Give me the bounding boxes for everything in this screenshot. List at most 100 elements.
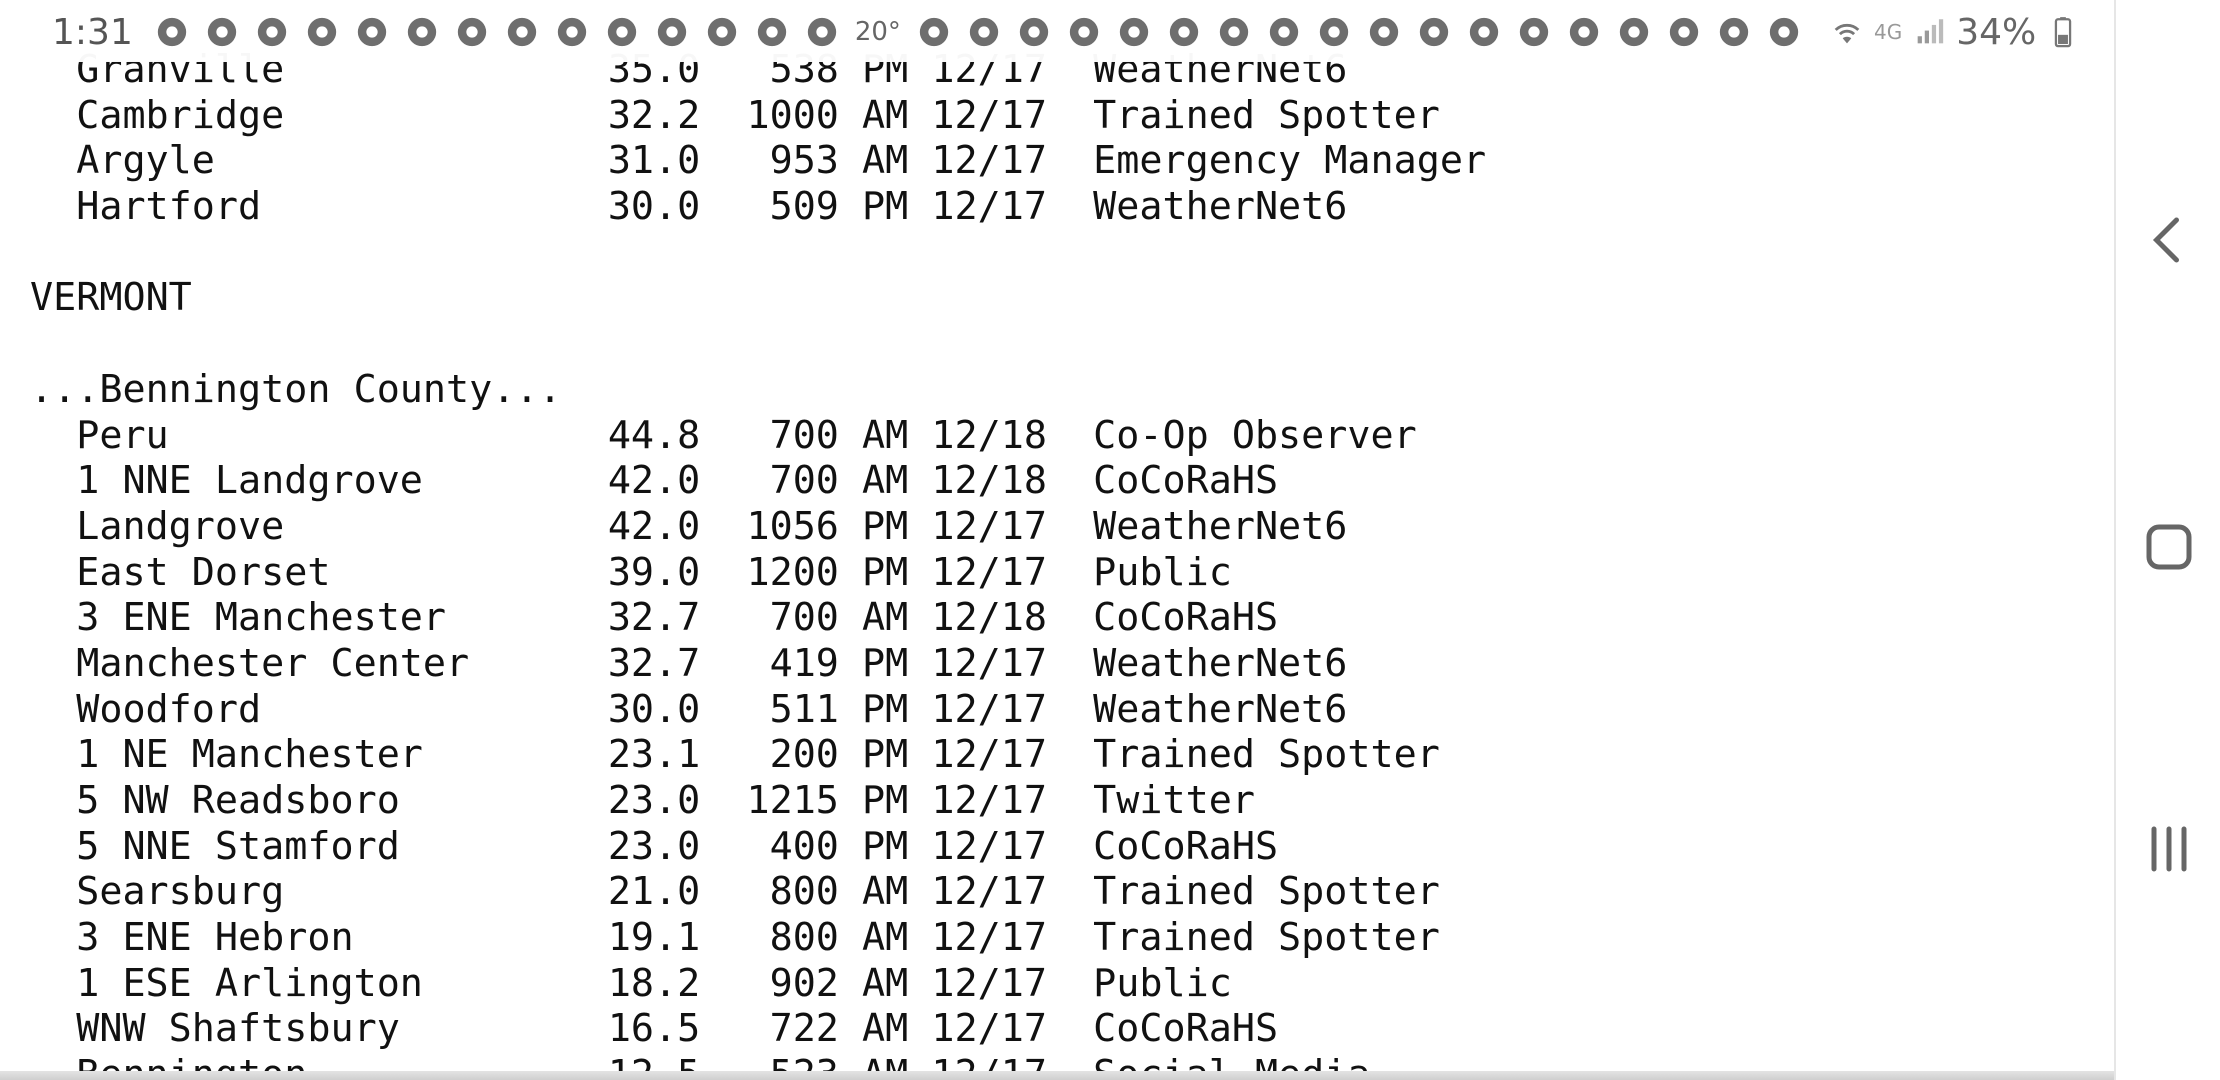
snowfall-amount: 31.0 (607, 138, 701, 184)
report-time: 1056 (746, 503, 839, 549)
report-row: 1 ESE Arlington 18.2 902 AM 12/17 Public (30, 961, 1532, 1007)
snowfall-amount: 23.0 (607, 778, 701, 823)
am-pm: PM (838, 640, 909, 686)
report-row: 5 NW Readsboro 23.0 1215 PM 12/17 Twitter (30, 778, 1532, 824)
status-right: 4G 34% (1830, 10, 2080, 54)
signal-icon (1912, 15, 1946, 49)
report-row: East Dorset 39.0 1200 PM 12/17 Public (30, 550, 1532, 596)
report-source: Public (1046, 549, 1232, 595)
siriusxm-icon (805, 15, 839, 49)
linkedin-icon (1067, 15, 1101, 49)
location: Hartford (76, 184, 262, 230)
report-row: Argyle 31.0 953 AM 12/17 Emergency Manager (30, 138, 1532, 184)
recents-button[interactable] (2116, 789, 2220, 909)
report-date: 12/17 (908, 138, 1047, 184)
county-name: ...Bennington County... (30, 366, 562, 412)
report-date: 12/17 (908, 915, 1047, 961)
report-row: Manchester Center 32.7 419 PM 12/17 Weathe… (30, 641, 1532, 687)
status-left: 1:31 20° (52, 10, 1801, 54)
report-source: WeatherNet6 (1046, 686, 1348, 732)
snowfall-amount: 39.0 (607, 549, 701, 595)
figure-icon (967, 15, 1001, 49)
county-heading: ...Bennington County... (30, 367, 1532, 413)
am-pm: PM (838, 503, 909, 549)
snowfall-amount: 42.0 (607, 458, 701, 504)
report-source: Emergency Manager (1046, 138, 1487, 184)
report-time: 902 (769, 960, 839, 1006)
location: 3 ENE Hebron (76, 915, 354, 961)
instagram-icon (1367, 15, 1401, 49)
am-pm: PM (838, 686, 909, 732)
back-icon (2152, 217, 2179, 263)
gmail-icon (1167, 15, 1201, 49)
report-row: 3 ENE Hebron 19.1 800 AM 12/17 Trained Spo… (30, 915, 1532, 961)
am-pm: AM (838, 869, 909, 915)
snowfall-amount: 44.8 (607, 412, 701, 458)
gallery-icon (1667, 15, 1701, 49)
report-source: Public (1046, 960, 1232, 1006)
am-pm: AM (838, 1006, 909, 1052)
am-pm: AM (838, 960, 909, 1006)
battery-level: 34% (1956, 11, 2037, 53)
location: Cambridge (76, 92, 285, 138)
am-pm: PM (838, 184, 909, 230)
report-row: 3 ENE Manchester 32.7 700 AM 12/18 CoCoRaH… (30, 595, 1532, 641)
news-icon (305, 15, 339, 49)
location: Argyle (76, 138, 215, 184)
walmart-icon (1317, 15, 1351, 49)
location: 5 NW Readsboro (76, 778, 400, 823)
account-icon (605, 15, 639, 49)
check-icon (255, 15, 289, 49)
snowfall-amount: 16.5 (607, 1006, 701, 1052)
report-source: CoCoRaHS (1046, 595, 1279, 641)
am-pm: PM (838, 549, 909, 595)
location: 1 NNE Landgrove (76, 458, 423, 504)
youtube-icon (455, 15, 489, 49)
snowfall-amount: 18.2 (607, 960, 701, 1006)
report-time: 509 (769, 184, 839, 230)
youtube-icon (1617, 15, 1651, 49)
report-date: 12/17 (908, 640, 1047, 686)
report-time: 800 (769, 915, 839, 961)
report-source: CoCoRaHS (1046, 823, 1279, 869)
report-time: 953 (769, 138, 839, 184)
pinterest-icon (355, 15, 389, 49)
location: 1 NE Manchester (76, 732, 423, 778)
youtube-icon (405, 15, 439, 49)
report-date: 12/17 (908, 184, 1047, 230)
report-row: Cambridge 32.2 1000 AM 12/17 Trained Spott… (30, 93, 1532, 139)
am-pm: PM (838, 778, 909, 823)
home-button[interactable] (2116, 487, 2220, 607)
back-button[interactable] (2116, 180, 2220, 300)
status-bar: 1:31 20° 4G 34% (0, 0, 2114, 62)
report-date: 12/17 (908, 869, 1047, 915)
report-date: 12/18 (908, 595, 1047, 641)
report-time: 800 (769, 869, 839, 915)
linkedin-icon (1017, 15, 1051, 49)
report-time: 1200 (746, 549, 839, 595)
report-source: CoCoRaHS (1046, 458, 1279, 504)
bowl-icon (655, 15, 689, 49)
report-date: 12/17 (908, 823, 1047, 869)
yelp-icon (1567, 15, 1601, 49)
report-row: Landgrove 42.0 1056 PM 12/17 WeatherNet6 (30, 504, 1532, 550)
location: WNW Shaftsbury (76, 1006, 400, 1052)
facebook-icon (155, 15, 189, 49)
report-source: Trained Spotter (1046, 915, 1440, 961)
report-time: 419 (769, 640, 839, 686)
report-time: 400 (769, 823, 839, 869)
snowfall-amount: 30.0 (607, 184, 701, 230)
report-content[interactable]: Granville 35.0 538 PM 12/17 WeatherNet6 Ca… (0, 0, 2114, 1080)
report-source: Co-Op Observer (1046, 412, 1417, 458)
report-date: 12/17 (908, 960, 1047, 1006)
